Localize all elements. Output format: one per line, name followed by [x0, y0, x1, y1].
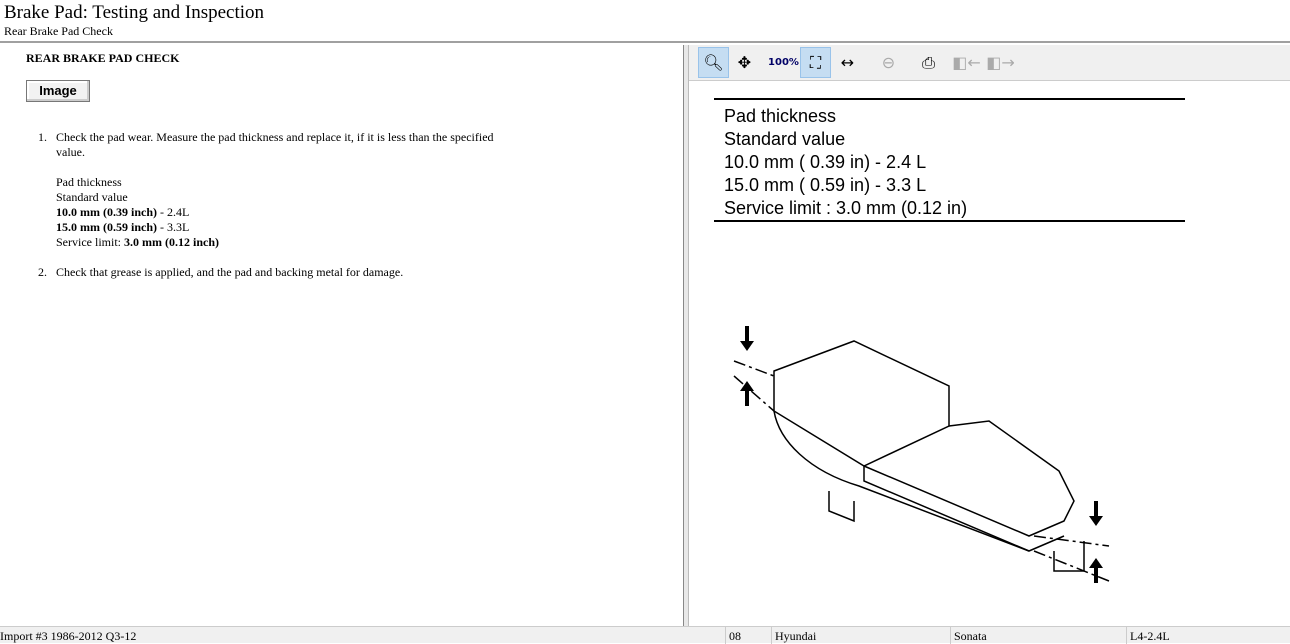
limit-value: 3.0 mm (0.12 inch)	[124, 235, 219, 249]
pan-button[interactable]: ✥	[729, 47, 760, 78]
brake-pad-drawing	[733, 340, 1110, 582]
zoom-fit-icon: ⛶	[809, 52, 822, 72]
image-toolbar: 🔍︎ ✥ 100% ⛶ ↔ ⊖ ⎙ ◧← ◧→	[689, 45, 1290, 81]
prev-image-button[interactable]: ◧←	[951, 47, 982, 78]
diagram-line: 15.0 mm ( 0.59 in) - 3.3 L	[724, 175, 926, 195]
zoom-in-icon: 🔍︎	[703, 53, 724, 72]
image-button[interactable]: Image	[26, 80, 90, 102]
image-pane: 🔍︎ ✥ 100% ⛶ ↔ ⊖ ⎙ ◧← ◧→ Pad thickness St…	[689, 45, 1290, 626]
pan-icon: ✥	[737, 53, 752, 72]
diagram-line: Service limit : 3.0 mm (0.12 in)	[724, 198, 967, 218]
status-engine: L4-2.4L	[1130, 629, 1170, 643]
header: Brake Pad: Testing and Inspection Rear B…	[0, 0, 1290, 43]
step-number: 1.	[38, 130, 47, 144]
spec1-value: 10.0 mm (0.39 inch)	[56, 205, 157, 219]
status-year: 08	[729, 629, 741, 643]
spec2-engine: - 3.3L	[157, 220, 190, 234]
print-button[interactable]: ⎙	[913, 47, 944, 78]
next-image-button[interactable]: ◧→	[985, 47, 1016, 78]
zoom-fit-button[interactable]: ⛶	[800, 47, 831, 78]
zoom-out-icon: ⊖	[881, 53, 896, 72]
page-subtitle: Rear Brake Pad Check	[4, 24, 113, 38]
spec1-engine: - 2.4L	[157, 205, 190, 219]
step-number: 2.	[38, 265, 47, 279]
text-pane: REAR BRAKE PAD CHECK Image 1. Check the …	[0, 45, 683, 626]
step-text: Check that grease is applied, and the pa…	[56, 265, 404, 279]
spec-label: Pad thickness	[56, 175, 122, 189]
zoom-100-icon: 100%	[768, 57, 799, 68]
spec-standard: Standard value	[56, 190, 128, 204]
status-make: Hyundai	[775, 629, 817, 643]
step-text: Check the pad wear. Measure the pad thic…	[56, 130, 494, 159]
status-database: Import #3 1986-2012 Q3-12	[0, 629, 137, 643]
diagram-line: Pad thickness	[724, 106, 836, 126]
status-bar: Import #3 1986-2012 Q3-12 08 Hyundai Son…	[0, 626, 1290, 644]
zoom-width-icon: ↔	[840, 53, 855, 72]
printer-icon: ⎙	[922, 52, 935, 72]
camera-prev-icon: ◧←	[952, 53, 981, 72]
diagram-line: 10.0 mm ( 0.39 in) - 2.4 L	[724, 152, 926, 172]
diagram-line: Standard value	[724, 129, 845, 149]
zoom-out-button[interactable]: ⊖	[873, 47, 904, 78]
page-title: Brake Pad: Testing and Inspection	[4, 2, 265, 23]
brake-pad-diagram: Pad thickness Standard value 10.0 mm ( 0…	[714, 98, 1185, 583]
spec2-value: 15.0 mm (0.59 inch)	[56, 220, 157, 234]
limit-label: Service limit:	[56, 235, 124, 249]
zoom-100-button[interactable]: 100%	[768, 47, 799, 78]
camera-next-icon: ◧→	[986, 53, 1015, 72]
zoom-in-button[interactable]: 🔍︎	[698, 47, 729, 78]
status-model: Sonata	[954, 629, 987, 643]
zoom-width-button[interactable]: ↔	[832, 47, 863, 78]
section-title: REAR BRAKE PAD CHECK	[26, 51, 180, 65]
